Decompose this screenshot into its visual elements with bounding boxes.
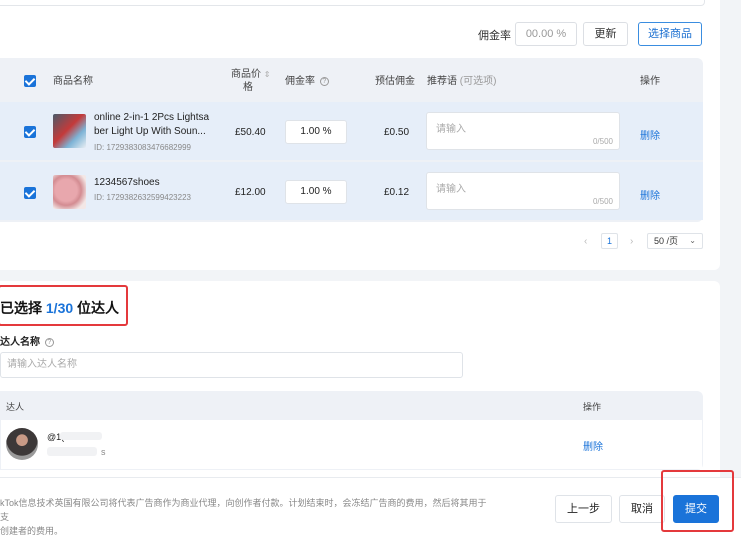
header-rate: 佣金率 ? — [285, 75, 329, 88]
delete-product-link[interactable]: 删除 — [640, 127, 660, 142]
product-thumbnail — [53, 114, 86, 148]
page-size-value: 50 /页 — [654, 236, 679, 246]
creator-name-label: 达人名称 ? — [0, 333, 54, 348]
highlight-box — [0, 285, 128, 326]
delete-product-link[interactable]: 删除 — [640, 187, 660, 202]
product-name[interactable]: 1234567shoes — [94, 176, 212, 190]
row-rate-input[interactable]: 1.00 % — [285, 180, 347, 204]
select-products-button[interactable]: 选择商品 — [638, 22, 702, 46]
creator-search-input[interactable]: 请输入达人名称 — [0, 352, 463, 378]
commission-rate-label: 佣金率 — [478, 30, 511, 42]
pagination-next-icon[interactable]: › — [630, 236, 633, 247]
page-size-select[interactable]: 50 /页 ⌄ — [647, 233, 703, 249]
payment-note: kTok信息技术英国有限公司将代表广告商作为商业代理，向创作者付款。计划结束时，… — [0, 496, 490, 538]
estimated-commission: £0.12 — [384, 187, 410, 198]
header-price-line1: 商品价 — [231, 69, 261, 80]
header-recommend-optional: (可选项) — [459, 76, 497, 87]
cancel-button[interactable]: 取消 — [619, 495, 665, 523]
previous-step-button[interactable]: 上一步 — [555, 495, 612, 523]
header-rate-label: 佣金率 — [285, 76, 315, 87]
product-id: ID: 1729382632599423223 — [94, 193, 191, 202]
product-table: 商品名称 商品价 ⇕ 格 佣金率 ? 预估佣金 推荐语 (可选项) 操作 onl… — [0, 58, 703, 222]
recommend-placeholder: 请输入 — [436, 124, 466, 135]
header-estimated: 预估佣金 — [375, 76, 415, 87]
recommend-placeholder: 请输入 — [436, 184, 466, 195]
pagination-prev-icon[interactable]: ‹ — [584, 236, 587, 247]
creator-table-header: 达人 操作 — [0, 391, 703, 419]
row-checkbox[interactable] — [24, 187, 36, 199]
product-table-header: 商品名称 商品价 ⇕ 格 佣金率 ? 预估佣金 推荐语 (可选项) 操作 — [0, 58, 703, 102]
header-creator: 达人 — [6, 402, 25, 412]
creator-table: 达人 操作 — [0, 391, 703, 470]
product-name-line1: online 2-in-1 2Pcs Lightsa — [94, 112, 210, 123]
product-name-line2: ber Light Up With Soun... — [94, 126, 206, 137]
sort-icon[interactable]: ⇕ — [264, 70, 271, 79]
header-action: 操作 — [640, 76, 660, 87]
product-thumbnail — [53, 175, 86, 209]
chevron-down-icon: ⌄ — [689, 236, 696, 245]
help-icon[interactable]: ? — [319, 76, 329, 86]
char-count: 0/500 — [592, 137, 613, 146]
char-count: 0/500 — [592, 197, 613, 206]
top-strip — [0, 0, 705, 6]
header-price[interactable]: 商品价 ⇕ 格 — [231, 68, 270, 94]
table-row: online 2-in-1 2Pcs Lightsa ber Light Up … — [0, 102, 703, 160]
creator-handle-suffix: s — [101, 447, 106, 457]
row-checkbox[interactable] — [24, 126, 36, 138]
creator-name-label-text: 达人名称 — [0, 337, 40, 348]
product-price: £12.00 — [235, 187, 266, 198]
estimated-commission: £0.50 — [384, 127, 410, 138]
header-price-line2: 格 — [243, 82, 253, 93]
row-rate-input[interactable]: 1.00 % — [285, 120, 347, 144]
payment-note-line2: 创建者的费用。 — [0, 526, 64, 536]
redacted-block — [47, 447, 97, 456]
commission-rate-input[interactable]: 00.00 % — [515, 22, 577, 46]
header-creator-action: 操作 — [583, 402, 602, 412]
delete-creator-link[interactable]: 删除 — [583, 438, 603, 453]
recommend-textarea[interactable]: 请输入 0/500 — [426, 112, 620, 150]
recommend-textarea[interactable]: 请输入 0/500 — [426, 172, 620, 210]
header-recommend-label: 推荐语 — [427, 76, 457, 87]
select-all-checkbox[interactable] — [24, 75, 36, 87]
update-button[interactable]: 更新 — [583, 22, 628, 46]
help-icon[interactable]: ? — [44, 337, 54, 347]
redacted-block — [60, 432, 102, 440]
table-row: 1234567shoes ID: 1729382632599423223 £12… — [0, 162, 703, 220]
pagination-page-1[interactable]: 1 — [601, 233, 618, 249]
highlight-box — [661, 470, 734, 532]
header-recommend: 推荐语 (可选项) — [427, 75, 496, 88]
product-id: ID: 1729383083476682999 — [94, 143, 191, 152]
product-price: £50.40 — [235, 127, 266, 138]
avatar — [6, 428, 38, 460]
header-product-name: 商品名称 — [53, 76, 93, 87]
payment-note-line1: kTok信息技术英国有限公司将代表广告商作为商业代理，向创作者付款。计划结束时，… — [0, 498, 487, 522]
product-name[interactable]: online 2-in-1 2Pcs Lightsa ber Light Up … — [94, 111, 212, 139]
